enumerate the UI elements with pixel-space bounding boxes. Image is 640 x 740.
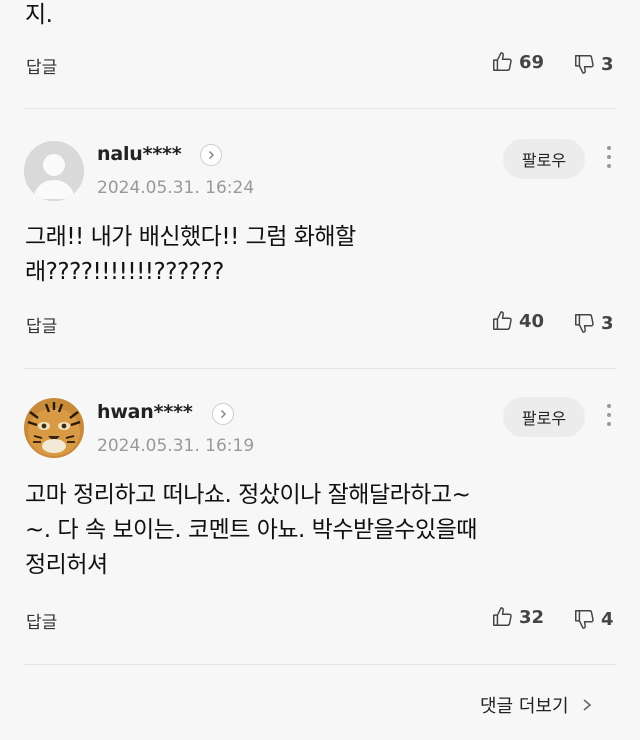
like-count: 69 (519, 51, 545, 73)
reply-button[interactable]: 답글 (26, 312, 57, 337)
thumbs-up-icon (493, 607, 512, 626)
comment-date: 2024.05.31. 16:24 (97, 178, 255, 198)
divider (24, 368, 616, 369)
reply-button[interactable]: 답글 (26, 53, 57, 78)
thumbs-down-icon (575, 314, 594, 333)
username[interactable]: nalu**** (97, 143, 182, 165)
more-vertical-icon (604, 146, 614, 168)
more-vertical-icon (604, 404, 614, 426)
dislike-button[interactable]: 3 (573, 312, 614, 334)
divider (24, 664, 616, 665)
tiger-avatar-image (24, 398, 84, 458)
more-comments-label: 댓글 더보기 (480, 696, 569, 717)
more-options-button[interactable] (604, 146, 614, 174)
thumbs-up-icon (493, 311, 512, 330)
dislike-button[interactable]: 3 (573, 53, 614, 75)
more-options-button[interactable] (604, 404, 614, 432)
default-avatar-icon (24, 141, 84, 201)
comment-text-line: 그래!! 내가 배신했다!! 그럼 화해할 (25, 224, 356, 250)
comment-text-line: ~. 다 속 보이는. 코멘트 아뇨. 박수받을수있을때 (25, 517, 477, 543)
like-count: 32 (519, 606, 545, 628)
chevron-right-icon (208, 150, 215, 160)
reply-button[interactable]: 답글 (26, 608, 57, 633)
comment-text-line: 정리허셔 (25, 552, 108, 578)
like-button[interactable]: 69 (491, 51, 544, 73)
username[interactable]: hwan**** (97, 401, 193, 423)
thumbs-down-icon (575, 55, 594, 74)
thumbs-down-icon (575, 610, 594, 629)
comment-date: 2024.05.31. 16:19 (97, 436, 255, 456)
comment-text-line: 고마 정리하고 떠나쇼. 정샀이나 잘해달라하고~ (25, 482, 471, 508)
dislike-count: 3 (601, 312, 614, 334)
profile-link-button[interactable] (212, 403, 234, 425)
like-button[interactable]: 32 (491, 606, 544, 628)
like-count: 40 (519, 310, 545, 332)
follow-button[interactable]: 팔로우 (503, 139, 585, 179)
more-comments-button[interactable]: 댓글 더보기 (480, 692, 593, 718)
chevron-right-icon (583, 699, 591, 711)
dislike-count: 3 (601, 53, 614, 75)
comment-text-tail: 지. (25, 2, 53, 28)
comment-text: 고마 정리하고 떠나쇼. 정샀이나 잘해달라하고~ ~. 다 속 보이는. 코멘… (25, 478, 477, 583)
dislike-count: 4 (601, 608, 614, 630)
dislike-button[interactable]: 4 (573, 608, 614, 630)
chevron-right-icon (220, 409, 227, 419)
divider (24, 108, 616, 109)
comment-text-line: 래????!!!!!!!?????? (25, 259, 224, 285)
thumbs-up-icon (493, 52, 512, 71)
comment-text: 그래!! 내가 배신했다!! 그럼 화해할 래????!!!!!!!?????? (25, 220, 356, 290)
profile-link-button[interactable] (200, 144, 222, 166)
follow-button[interactable]: 팔로우 (503, 397, 585, 437)
avatar[interactable] (24, 398, 84, 458)
avatar[interactable] (24, 141, 84, 201)
like-button[interactable]: 40 (491, 310, 544, 332)
